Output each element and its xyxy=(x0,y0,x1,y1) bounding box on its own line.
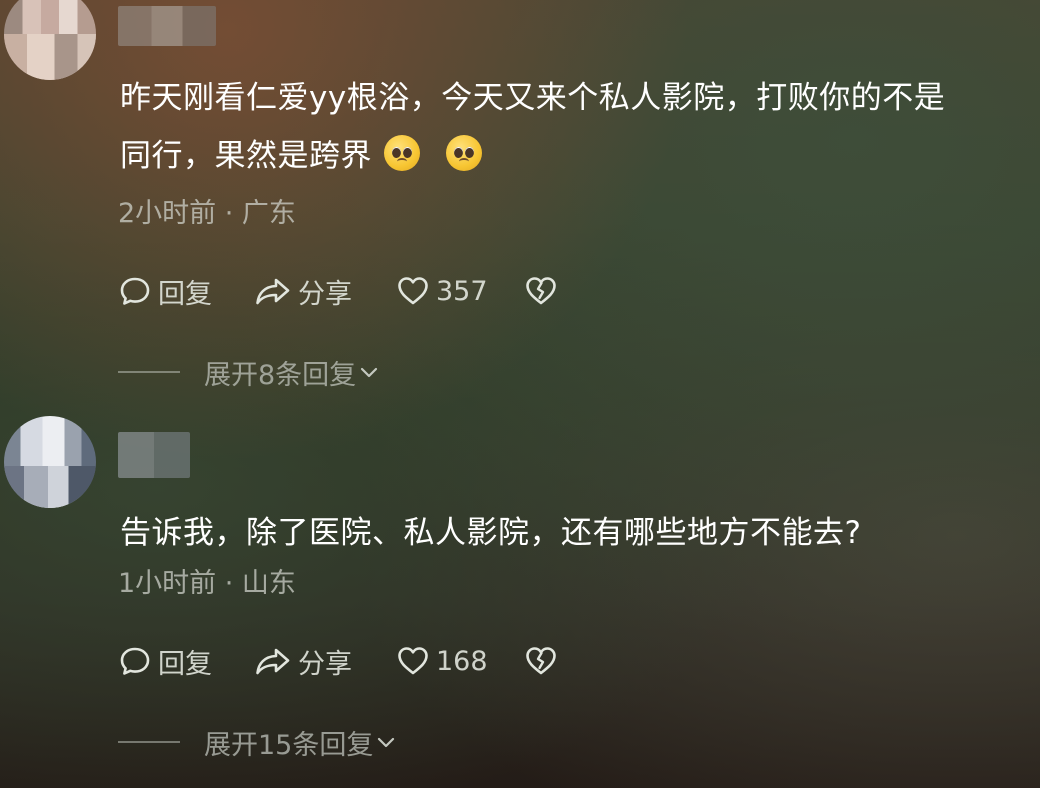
reply-label: 回复 xyxy=(158,278,212,310)
comment-actions: 回复 分享 357 xyxy=(118,271,564,311)
comment-text-line: 昨天刚看仁爱yy根浴，今天又来个私人影院，打败你的不是 xyxy=(120,80,946,116)
heart-icon xyxy=(398,277,428,305)
chevron-down-icon xyxy=(378,737,395,748)
like-count: 357 xyxy=(436,275,488,307)
broken-heart-icon xyxy=(526,277,556,305)
like-button[interactable]: 357 xyxy=(396,271,524,311)
share-button[interactable]: 分享 xyxy=(254,641,396,681)
expand-replies-label: 展开15条回复 xyxy=(204,729,374,761)
expand-replies-button[interactable]: 展开15条回复 xyxy=(118,722,397,762)
chevron-down-icon xyxy=(361,367,378,378)
reply-button[interactable]: 回复 xyxy=(118,271,254,311)
comment-meta: 2小时前 · 广东 xyxy=(118,198,296,229)
broken-heart-icon xyxy=(526,647,556,675)
reply-label: 回复 xyxy=(158,648,212,680)
speech-bubble-icon xyxy=(120,647,150,675)
comment-meta: 1小时前 · 山东 xyxy=(118,568,296,599)
heart-icon xyxy=(398,647,428,675)
divider-line xyxy=(118,741,180,743)
speech-bubble-icon xyxy=(120,277,150,305)
dislike-button[interactable] xyxy=(524,641,564,681)
share-button[interactable]: 分享 xyxy=(254,271,396,311)
comment-item: 告诉我，除了医院、私人影院，还有哪些地方不能去? 1小时前 · 山东 回复 分享… xyxy=(0,408,1040,788)
comment-item: 昨天刚看仁爱yy根浴，今天又来个私人影院，打败你的不是 同行，果然是跨界 2小时前… xyxy=(0,0,1040,391)
divider-line xyxy=(118,371,180,373)
comment-text: 告诉我，除了医院、私人影院，还有哪些地方不能去? xyxy=(120,515,862,551)
share-label: 分享 xyxy=(298,648,352,680)
crying-face-emoji-icon xyxy=(384,135,420,171)
dislike-button[interactable] xyxy=(524,271,564,311)
comment-text-line: 同行，果然是跨界 xyxy=(120,138,372,174)
reply-button[interactable]: 回复 xyxy=(118,641,254,681)
share-arrow-icon xyxy=(256,648,290,675)
avatar[interactable] xyxy=(4,0,96,80)
expand-replies-button[interactable]: 展开8条回复 xyxy=(118,352,380,392)
like-count: 168 xyxy=(436,645,488,677)
crying-face-emoji-icon xyxy=(446,135,482,171)
username-blurred[interactable] xyxy=(118,432,190,478)
username-blurred[interactable] xyxy=(118,6,216,46)
comment-text: 昨天刚看仁爱yy根浴，今天又来个私人影院，打败你的不是 同行，果然是跨界 xyxy=(120,69,1020,185)
like-button[interactable]: 168 xyxy=(396,641,524,681)
comment-actions: 回复 分享 168 xyxy=(118,641,564,681)
avatar[interactable] xyxy=(4,416,96,508)
share-label: 分享 xyxy=(298,278,352,310)
expand-replies-label: 展开8条回复 xyxy=(204,359,357,391)
share-arrow-icon xyxy=(256,278,290,305)
